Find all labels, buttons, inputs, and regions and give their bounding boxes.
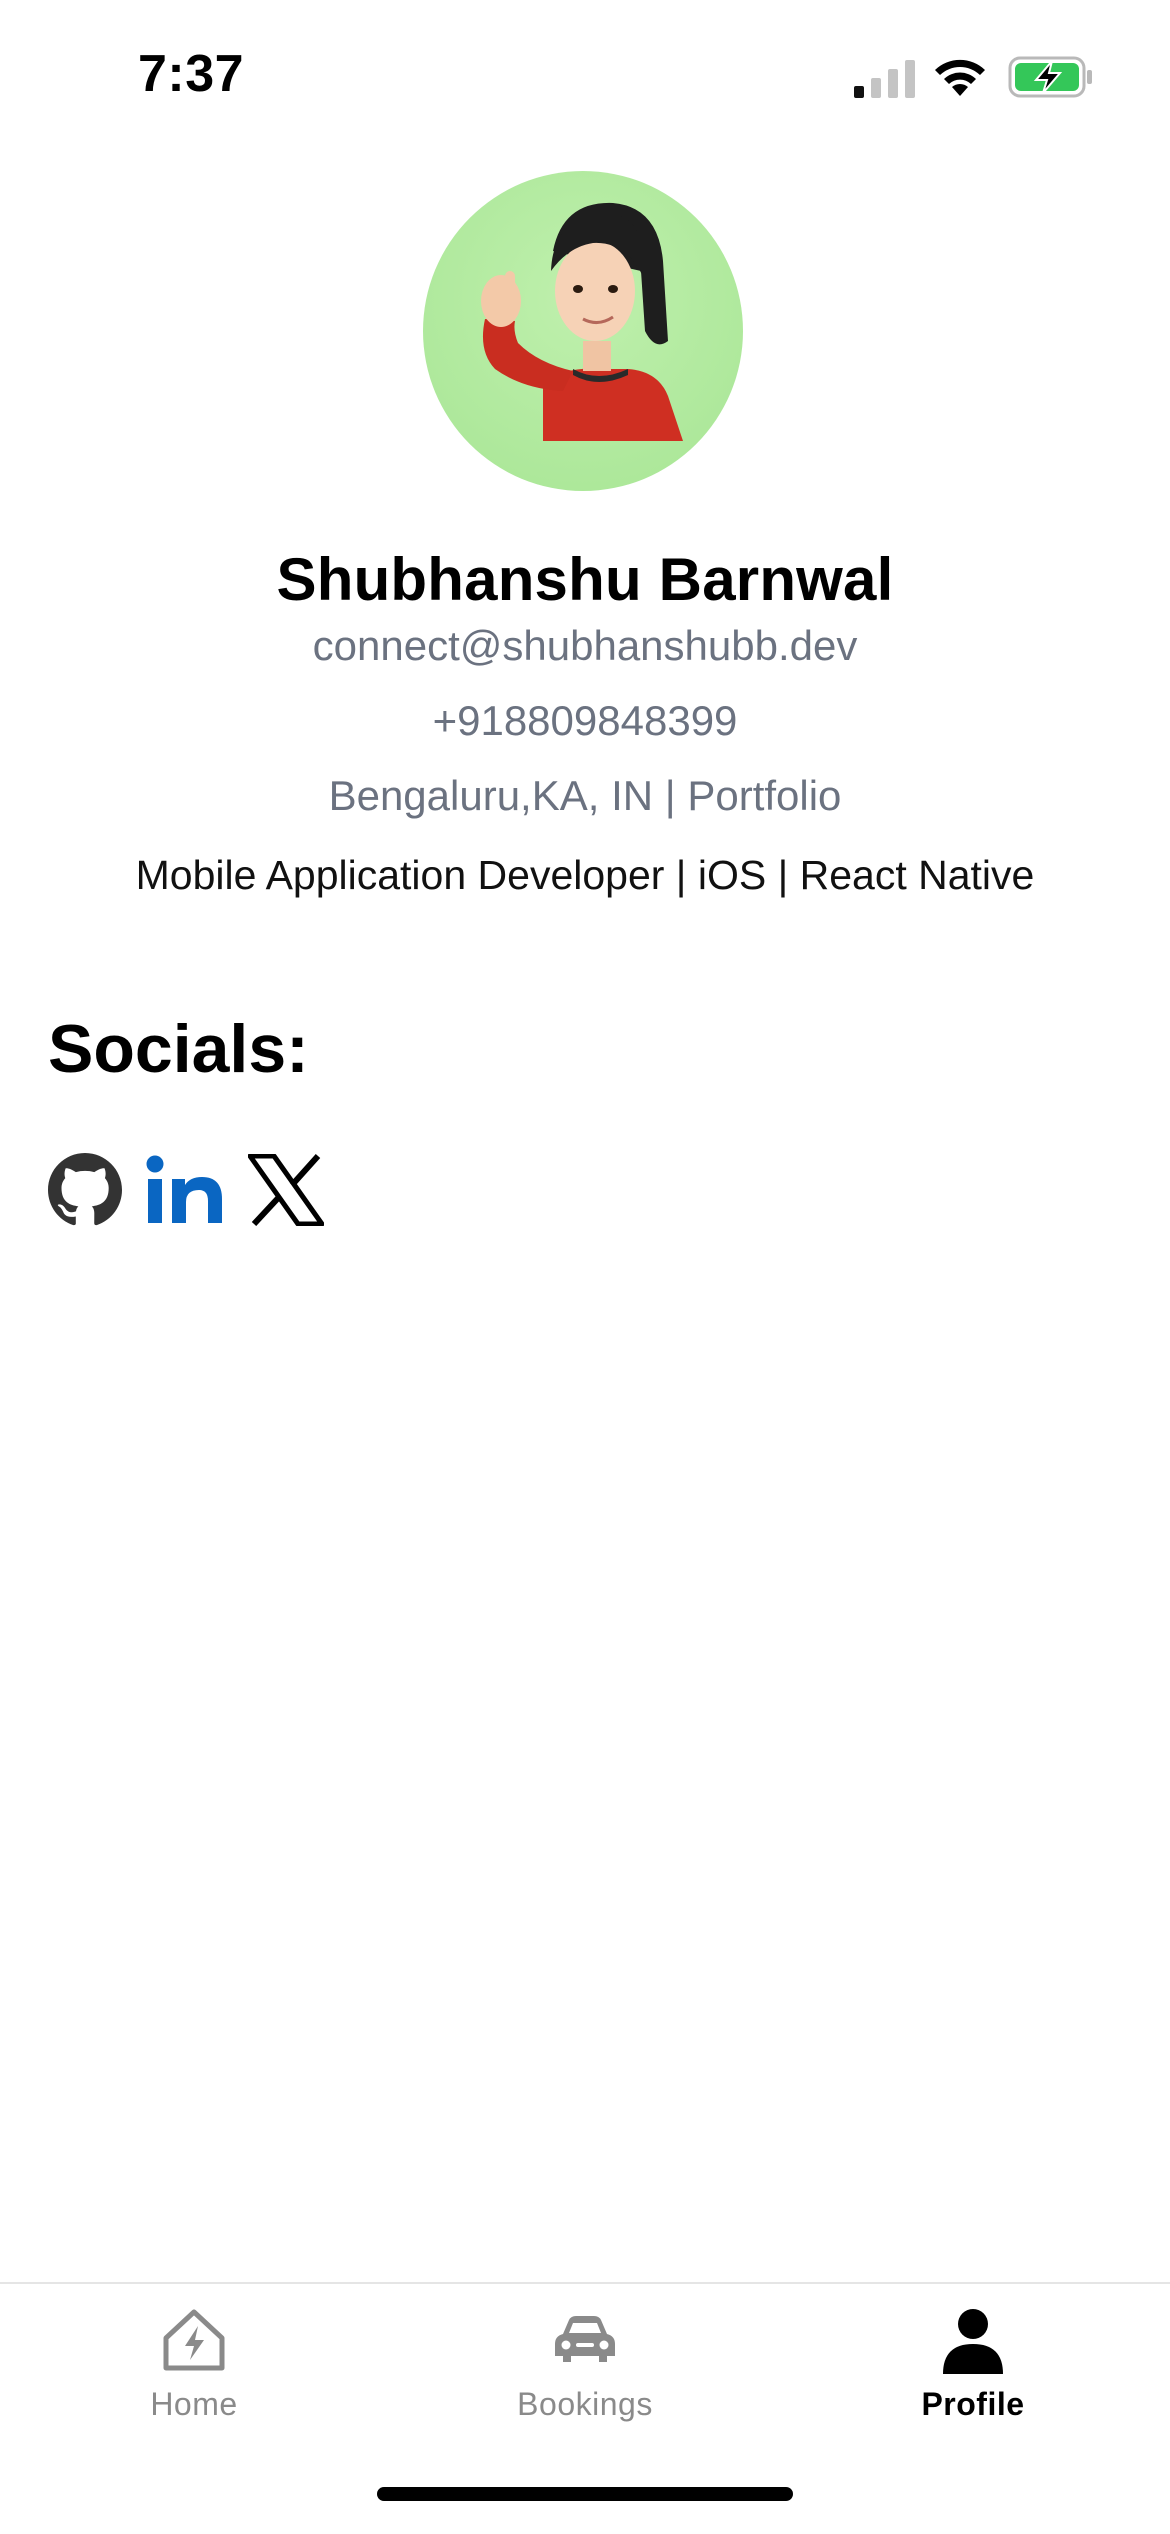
cellular-signal-icon	[854, 60, 915, 98]
battery-charging-icon	[1008, 56, 1092, 98]
tab-home-label: Home	[150, 2386, 238, 2422]
wifi-icon	[935, 59, 985, 96]
person-icon	[943, 2309, 1003, 2374]
car-icon	[555, 2316, 615, 2362]
linkedin-link[interactable]	[146, 1155, 224, 1225]
memoji-avatar-icon	[481, 202, 683, 441]
status-bar: 7:37	[0, 0, 1170, 150]
tab-bookings[interactable]: Bookings	[455, 2304, 715, 2434]
home-indicator[interactable]	[377, 2487, 793, 2501]
tab-bookings-label: Bookings	[517, 2386, 653, 2422]
github-link[interactable]	[48, 1153, 122, 1227]
tab-profile-label: Profile	[921, 2386, 1025, 2422]
x-twitter-icon	[248, 1154, 324, 1226]
tab-profile[interactable]: Profile	[843, 2304, 1103, 2434]
status-time: 7:37	[138, 45, 245, 103]
profile-avatar	[423, 171, 743, 491]
profile-phone[interactable]: +918809848399	[0, 697, 1170, 745]
tab-home[interactable]: Home	[64, 2304, 324, 2434]
profile-name: Shubhanshu Barnwal	[276, 546, 894, 613]
home-bolt-icon	[163, 2309, 225, 2371]
socials-title: Socials:	[48, 1011, 309, 1087]
github-icon	[48, 1153, 122, 1226]
social-links	[48, 1152, 348, 1228]
profile-location-portfolio[interactable]: Bengaluru,KA, IN | Portfolio	[0, 772, 1170, 820]
profile-email[interactable]: connect@shubhanshubb.dev	[0, 622, 1170, 670]
x-twitter-link[interactable]	[248, 1154, 324, 1226]
linkedin-icon	[146, 1155, 222, 1223]
profile-tagline: Mobile Application Developer | iOS | Rea…	[135, 852, 1035, 898]
